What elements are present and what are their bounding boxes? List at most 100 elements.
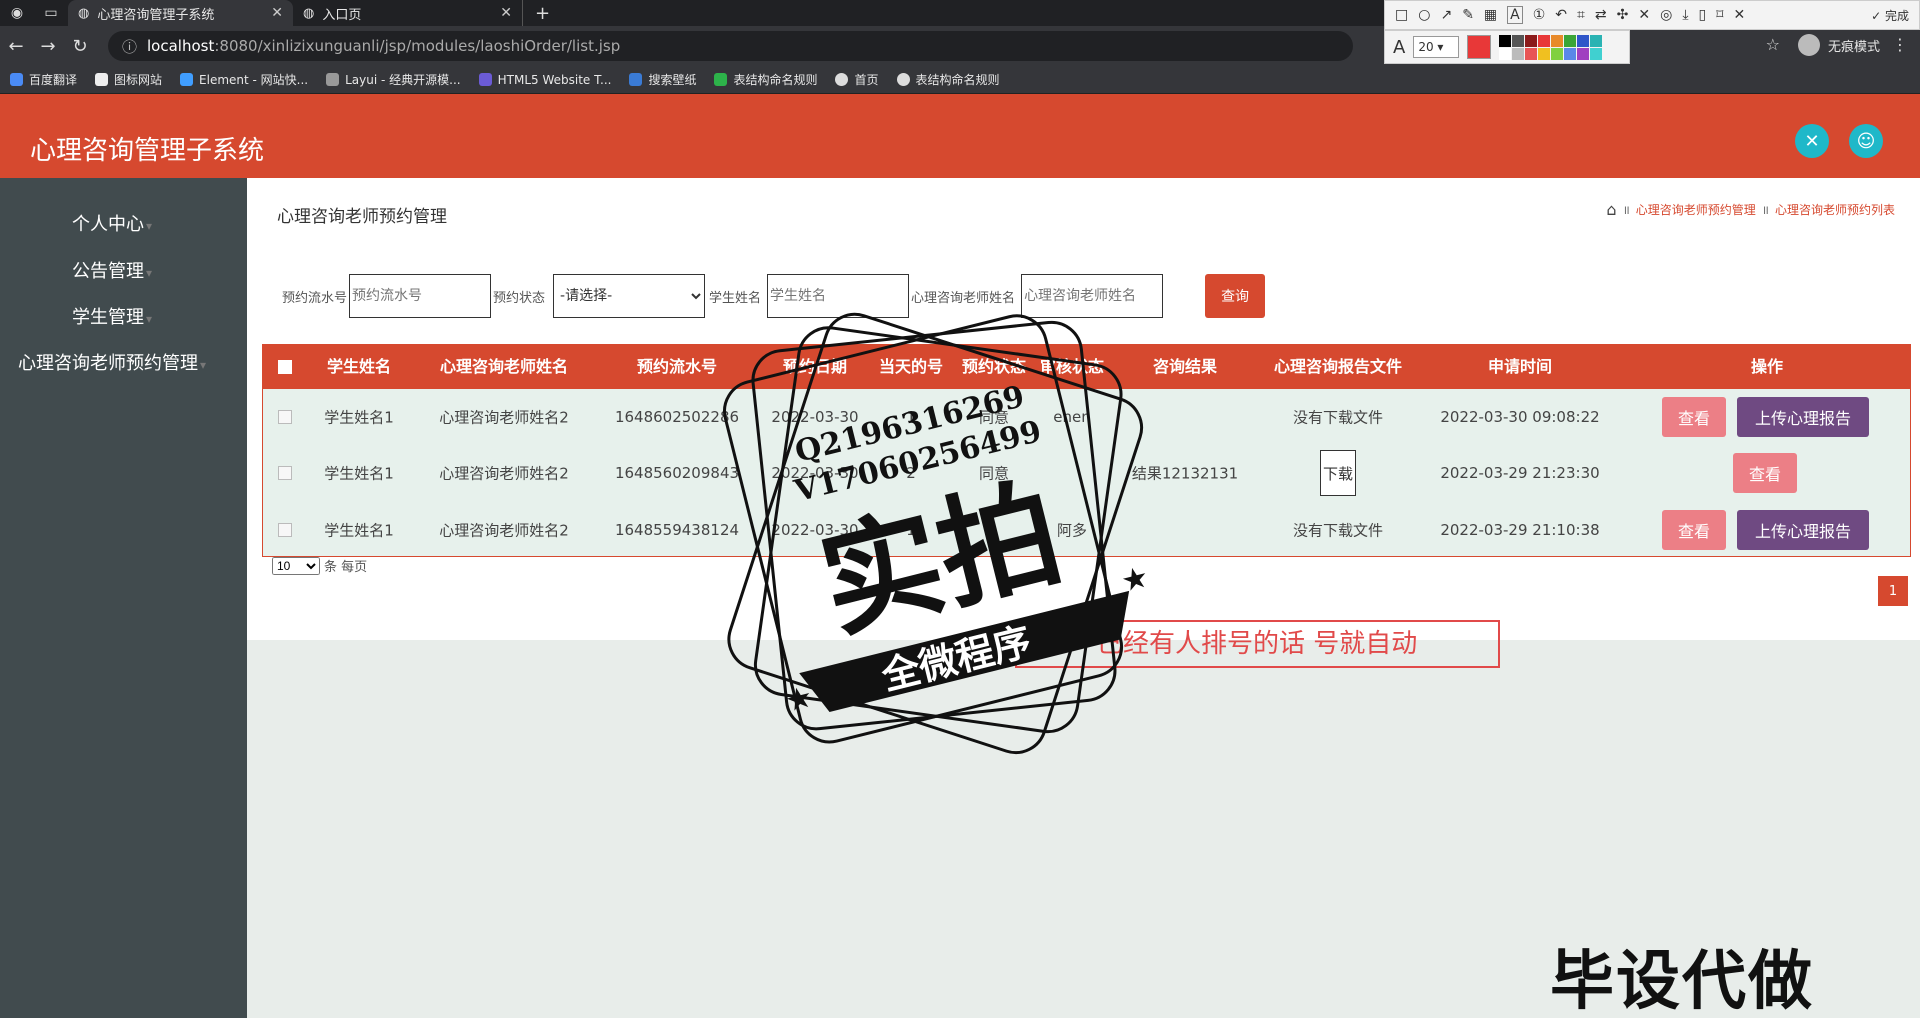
color-swatch[interactable] [1525, 47, 1538, 60]
done-button[interactable]: ✓ 完成 [1871, 7, 1909, 24]
close-icon[interactable]: ✕ [1733, 7, 1745, 23]
bookmark-icon [835, 73, 849, 86]
sidebar: 个人中心 ▾ 公告管理 ▾ 学生管理 ▾ 心理咨询老师预约管理 ▾ [0, 178, 247, 1018]
color-swatch[interactable] [1525, 34, 1538, 47]
color-swatch[interactable] [1577, 47, 1590, 60]
incognito-indicator[interactable]: 无痕模式 [1797, 34, 1880, 56]
sidebar-item-announcements[interactable]: 公告管理 ▾ [72, 257, 152, 283]
bookmark-item[interactable]: Element - 网站快... [180, 71, 308, 88]
translate-icon[interactable]: ⇄ [1595, 7, 1607, 23]
cell-student: 学生姓名1 [324, 464, 394, 483]
pen-tool-icon[interactable]: ✎ [1462, 7, 1474, 23]
color-swatch[interactable] [1499, 34, 1512, 47]
breadcrumb: ⌂ ॥ 心理咨询老师预约管理 ॥ 心理咨询老师预约列表 [1606, 200, 1895, 219]
color-swatch[interactable] [1512, 47, 1525, 60]
color-swatch[interactable] [1551, 34, 1564, 47]
upload-report-button[interactable]: 上传心理报告 [1737, 510, 1869, 550]
current-color-swatch[interactable] [1467, 35, 1492, 59]
bookmark-star-icon[interactable]: ☆ [1766, 35, 1780, 54]
color-swatch[interactable] [1538, 47, 1551, 60]
column-header[interactable]: 申请时间 [1488, 345, 1552, 389]
view-button[interactable]: 查看 [1662, 510, 1726, 550]
bookmark-item[interactable]: HTML5 Website T... [478, 73, 611, 87]
column-header[interactable]: 心理咨询报告文件 [1274, 345, 1402, 389]
bookmark-icon[interactable]: ⌑ [1716, 7, 1723, 23]
column-header[interactable]: 心理咨询老师姓名 [440, 345, 568, 389]
chevron-down-icon: ▾ [146, 266, 153, 280]
sidebar-item-personal-center[interactable]: 个人中心 ▾ [72, 210, 152, 236]
browser-menu-icon[interactable]: ◉ [0, 0, 34, 26]
row-checkbox[interactable] [278, 523, 292, 537]
bookmark-item[interactable]: 表结构命名规则 [896, 71, 1000, 88]
bookmarks-bar: 百度翻译 图标网站 Element - 网站快... Layui - 经典开源模… [0, 66, 1920, 94]
bookmark-item[interactable]: Layui - 经典开源模... [326, 71, 461, 88]
page-size-select[interactable]: 10 [272, 556, 320, 575]
fullscreen-icon[interactable]: ✕ [1795, 124, 1829, 158]
ocr-icon[interactable]: ⌗ [1577, 7, 1585, 23]
tab-active[interactable]: ◍ 心理咨询管理子系统 ✕ [68, 0, 293, 26]
mosaic-tool-icon[interactable]: ▦ [1484, 7, 1497, 23]
tab-search-icon[interactable]: ▭ [34, 0, 68, 26]
record-icon[interactable]: ◎ [1660, 7, 1672, 23]
url-path: :8080/xinlizixunguanli/jsp/modules/laosh… [214, 37, 621, 55]
tab-close-icon[interactable]: ✕ [500, 5, 512, 21]
breadcrumb-item[interactable]: 心理咨询老师预约列表 [1775, 201, 1895, 218]
color-swatch[interactable] [1577, 34, 1590, 47]
ellipse-tool-icon[interactable]: ○ [1418, 7, 1430, 23]
column-header[interactable]: 操作 [1751, 345, 1783, 389]
new-tab-icon[interactable]: + [535, 3, 550, 24]
bookmark-item[interactable]: 百度翻译 [10, 71, 77, 88]
view-button[interactable]: 查看 [1662, 397, 1726, 437]
pin-icon[interactable]: ✣ [1617, 7, 1629, 23]
row-checkbox[interactable] [278, 410, 292, 424]
color-swatch[interactable] [1499, 47, 1512, 60]
save-icon[interactable]: ⤓ [1682, 7, 1688, 23]
color-swatch[interactable] [1564, 47, 1577, 60]
arrow-tool-icon[interactable]: ↗ [1440, 7, 1452, 23]
sidebar-item-teacher-orders[interactable]: 心理咨询老师预约管理 ▾ [18, 349, 206, 375]
select-all-checkbox[interactable] [278, 360, 292, 374]
text-tool-icon[interactable]: A [1507, 6, 1523, 24]
rect-tool-icon[interactable]: □ [1395, 7, 1408, 23]
forward-icon[interactable]: → [32, 36, 64, 57]
color-swatch[interactable] [1512, 34, 1525, 47]
status-select[interactable]: -请选择- [553, 274, 706, 318]
back-icon[interactable]: ← [0, 36, 32, 57]
breadcrumb-item[interactable]: 心理咨询老师预约管理 [1636, 201, 1756, 218]
color-swatch[interactable] [1564, 34, 1577, 47]
incognito-label: 无痕模式 [1827, 39, 1880, 55]
download-button[interactable]: 下载 [1320, 450, 1356, 496]
undo-icon[interactable]: ↶ [1555, 7, 1567, 23]
color-swatch[interactable] [1538, 34, 1551, 47]
view-button[interactable]: 查看 [1733, 453, 1797, 493]
copy-icon[interactable]: ▯ [1699, 7, 1707, 23]
user-icon[interactable]: ☺ [1849, 124, 1883, 158]
upload-report-button[interactable]: 上传心理报告 [1737, 397, 1869, 437]
url-input[interactable]: ⓘ localhost :8080/xinlizixunguanli/jsp/m… [108, 31, 1353, 61]
bookmark-item[interactable]: 首页 [835, 71, 879, 88]
tab-title: 入口页 [322, 7, 362, 23]
reload-icon[interactable]: ↻ [64, 36, 96, 57]
bookmark-item[interactable]: 表结构命名规则 [714, 71, 817, 88]
page-number-button[interactable]: 1 [1878, 576, 1908, 606]
color-swatch[interactable] [1551, 47, 1564, 60]
cancel-icon[interactable]: ✕ [1638, 7, 1650, 23]
font-size-select[interactable]: 20 ▾ [1413, 36, 1460, 58]
column-header[interactable]: 学生姓名 [327, 345, 391, 389]
color-palette[interactable] [1499, 34, 1603, 60]
color-swatch[interactable] [1590, 34, 1603, 47]
cell-teacher: 心理咨询老师姓名2 [439, 464, 569, 483]
row-checkbox[interactable] [278, 466, 292, 480]
sidebar-item-students[interactable]: 学生管理 ▾ [72, 303, 152, 329]
order-no-input[interactable] [349, 274, 492, 318]
tab-close-icon[interactable]: ✕ [271, 5, 283, 21]
number-tool-icon[interactable]: ① [1533, 7, 1546, 23]
color-swatch[interactable] [1590, 47, 1603, 60]
home-icon[interactable]: ⌂ [1606, 200, 1616, 219]
bookmark-icon [326, 73, 340, 86]
tab-inactive[interactable]: ◍ 入口页 ✕ [293, 0, 523, 26]
bookmark-item[interactable]: 搜索壁纸 [629, 71, 696, 88]
more-menu-icon[interactable]: ⋮ [1892, 35, 1908, 54]
query-button[interactable]: 查询 [1205, 274, 1266, 318]
bookmark-item[interactable]: 图标网站 [95, 71, 162, 88]
